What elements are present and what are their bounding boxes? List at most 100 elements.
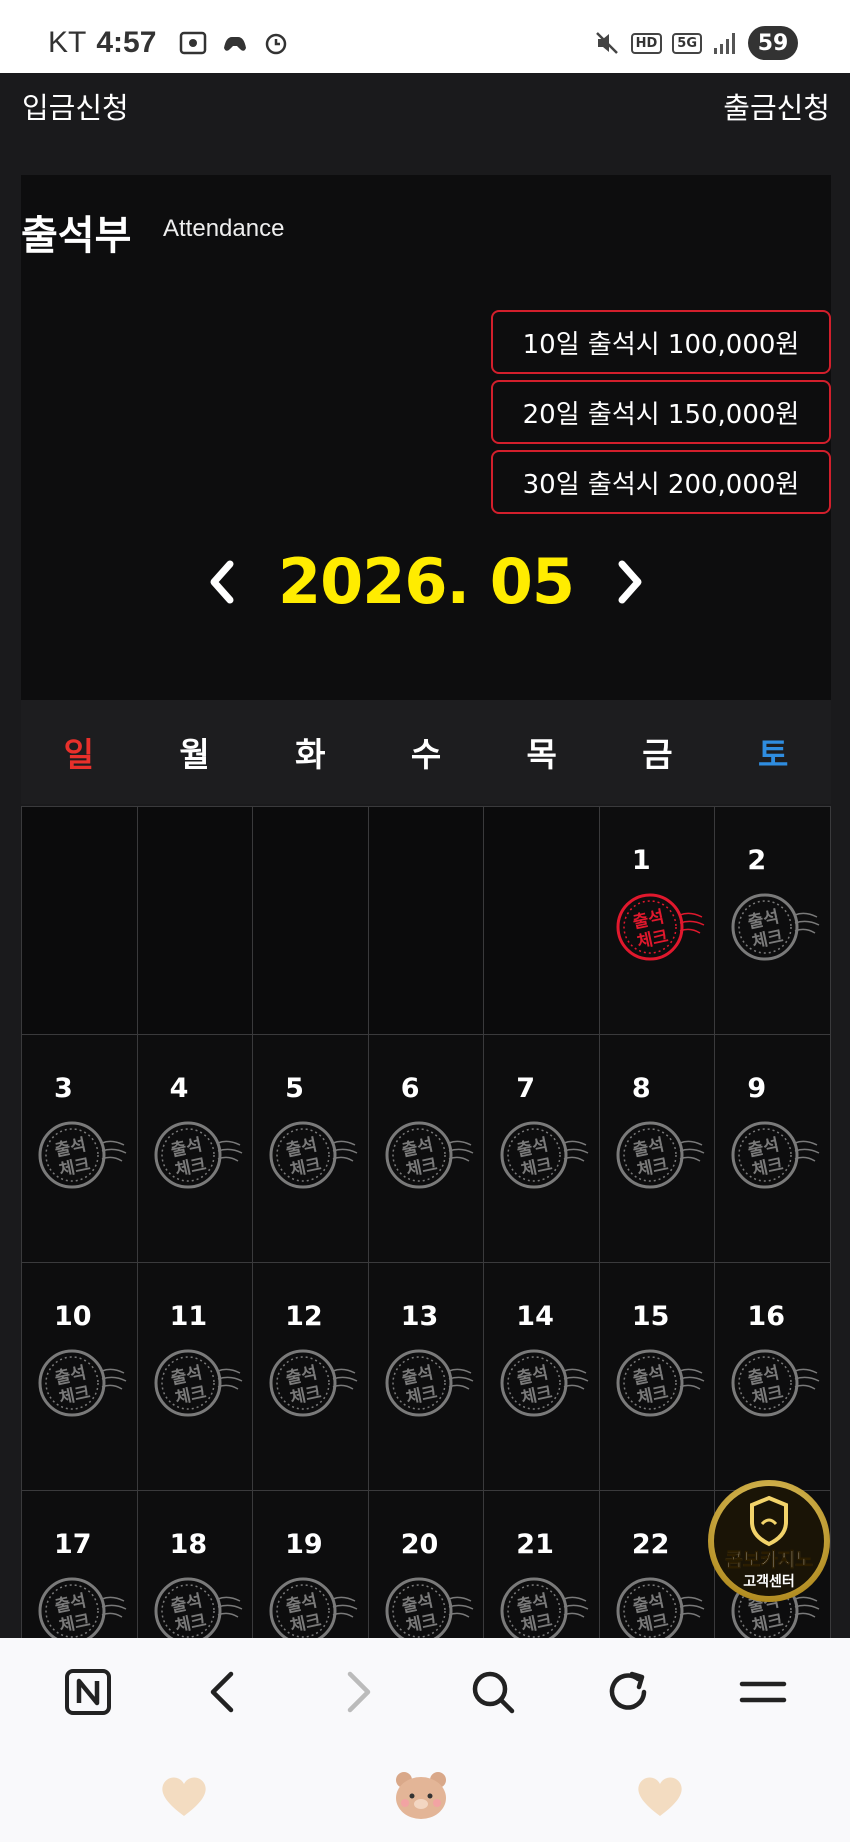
attendance-stamp-icon: 출석체크 [154,1121,242,1189]
day-number: 17 [54,1529,92,1560]
attendance-stamp-icon: 출석체크 [731,1349,820,1417]
calendar-cell-empty [22,807,138,1035]
day-number: 19 [285,1529,323,1560]
back-button[interactable] [188,1657,258,1727]
calendar-day-cell[interactable]: 6 출석 체크 [368,1035,485,1263]
carrier-label: KT [48,26,87,59]
weekday-wednesday: 수 [410,735,442,774]
screenshot-icon [180,31,207,55]
month-navigator: 2026. 05 [21,545,831,618]
bear-icon [396,1772,446,1819]
day-number: 20 [400,1529,439,1560]
calendar-day-cell[interactable]: 9 출석 체크 [715,1035,831,1263]
weekday-header: 일 월 화 수 목 금 토 [21,700,831,804]
alarm-icon [266,33,287,55]
deposit-link[interactable]: 입금신청 [22,85,129,127]
attendance-stamp-icon: 출석체크 [731,1121,820,1189]
calendar-day-cell[interactable]: 12 출석 체크 [253,1263,369,1491]
weekday-tuesday: 화 [295,735,326,774]
attendance-stamp-icon: 출석체크 [616,893,705,961]
attendance-panel: 출석부 Attendance 10일 출석시 100,000원 20일 출석시 … [21,175,831,700]
support-badge-line2: 고객센터 [743,1573,795,1590]
calendar-day-cell[interactable]: 4 출석 체크 [137,1035,254,1263]
attendance-stamp-icon: 출석체크 [38,1349,127,1417]
calendar-day-cell[interactable]: 1 출석 체크 [599,807,716,1035]
calendar-cell-empty [253,807,369,1035]
day-number: 7 [516,1073,536,1104]
forward-button[interactable] [323,1657,393,1727]
day-number: 1 [631,845,651,876]
calendar-day-cell[interactable]: 13 출석 체크 [368,1263,485,1491]
day-number: 2 [747,845,767,876]
next-month-button[interactable] [612,552,648,612]
menu-button[interactable] [728,1657,798,1727]
top-nav: 입금신청 출금신청 [0,73,850,171]
weekday-monday: 월 [179,735,210,774]
support-center-button[interactable]: 콤보카지노 고객센터 [706,1478,832,1604]
calendar-cell-empty [484,807,600,1035]
day-number: 10 [54,1301,92,1332]
naver-icon [64,1669,111,1715]
refresh-icon [609,1671,646,1710]
search-button[interactable] [458,1657,528,1727]
weekday-saturday: 토 [757,735,789,774]
calendar-day-cell[interactable]: 16 출석 체크 [715,1263,831,1491]
mute-icon [595,32,618,54]
calendar-day-cell[interactable]: 5 출석 체크 [253,1035,369,1263]
attendance-stamp-icon: 출석체크 [500,1121,589,1189]
heart-icon [162,1777,206,1816]
menu-icon [739,1681,786,1703]
calendar-day-cell[interactable]: 8 출석 체크 [599,1035,716,1263]
attendance-stamp-icon: 출석체크 [385,1121,474,1189]
day-number: 4 [169,1073,189,1104]
refresh-button[interactable] [593,1657,663,1727]
attendance-stamp-icon: 출석체크 [269,1121,358,1189]
calendar-cell-empty [368,807,485,1035]
day-number: 14 [516,1301,554,1332]
weekday-sunday: 일 [63,735,95,774]
chevron-right-icon [618,560,642,603]
attendance-stamp-icon: 출석체크 [500,1349,589,1417]
status-bar-left: KT 4:57 [48,26,290,60]
reward-item: 10일 출석시 100,000원 [491,310,831,374]
naver-home-button[interactable] [53,1657,123,1727]
day-number: 11 [169,1301,208,1332]
calendar-day-cell[interactable]: 3 출석 체크 [22,1035,138,1263]
day-number: 13 [400,1301,439,1332]
page-subtitle: Attendance [163,215,285,242]
day-number: 8 [631,1073,651,1104]
prev-month-button[interactable] [204,552,240,612]
status-bar: KT 4:57 HD 5G 59 [0,0,850,73]
attendance-stamp-icon: 출석체크 [269,1349,358,1417]
calendar-day-cell[interactable]: 2 출석 체크 [715,807,831,1035]
day-number: 15 [631,1301,670,1332]
support-badge-icon: 콤보카지노 고객센터 [708,1480,830,1602]
attendance-stamp-icon: 출석체크 [154,1349,242,1417]
day-number: 3 [54,1073,73,1104]
back-icon [210,1671,233,1713]
day-number: 6 [400,1073,420,1104]
clock: 4:57 [96,26,157,59]
day-number: 5 [285,1073,304,1104]
attendance-stamp-icon: 출석체크 [385,1349,474,1417]
calendar-day-cell[interactable]: 11 출석 체크 [137,1263,254,1491]
battery-indicator: 59 [748,26,798,60]
calendar-day-cell[interactable]: 14 출석 체크 [484,1263,600,1491]
day-number: 18 [169,1529,208,1560]
signal-icon [714,33,735,54]
page-title: 출석부 [21,213,132,259]
calendar-day-cell[interactable]: 10 출석 체크 [22,1263,138,1491]
calendar-day-cell[interactable]: 7 출석 체크 [484,1035,600,1263]
reward-item: 20일 출석시 150,000원 [491,380,831,444]
withdraw-link[interactable]: 출금신청 [723,85,830,127]
hd-badge: HD [630,32,663,54]
reward-item: 30일 출석시 200,000원 [491,450,831,514]
decoration-row [0,1768,850,1828]
weekday-thursday: 목 [526,735,557,774]
calendar-day-cell[interactable]: 15 출석 체크 [599,1263,716,1491]
attendance-stamp-icon: 출석체크 [38,1121,127,1189]
reward-list: 10일 출석시 100,000원 20일 출석시 150,000원 30일 출석… [491,310,831,514]
game-icon [224,37,247,51]
attendance-stamp-icon: 출석체크 [616,1121,705,1189]
weekday-friday: 금 [642,735,673,774]
